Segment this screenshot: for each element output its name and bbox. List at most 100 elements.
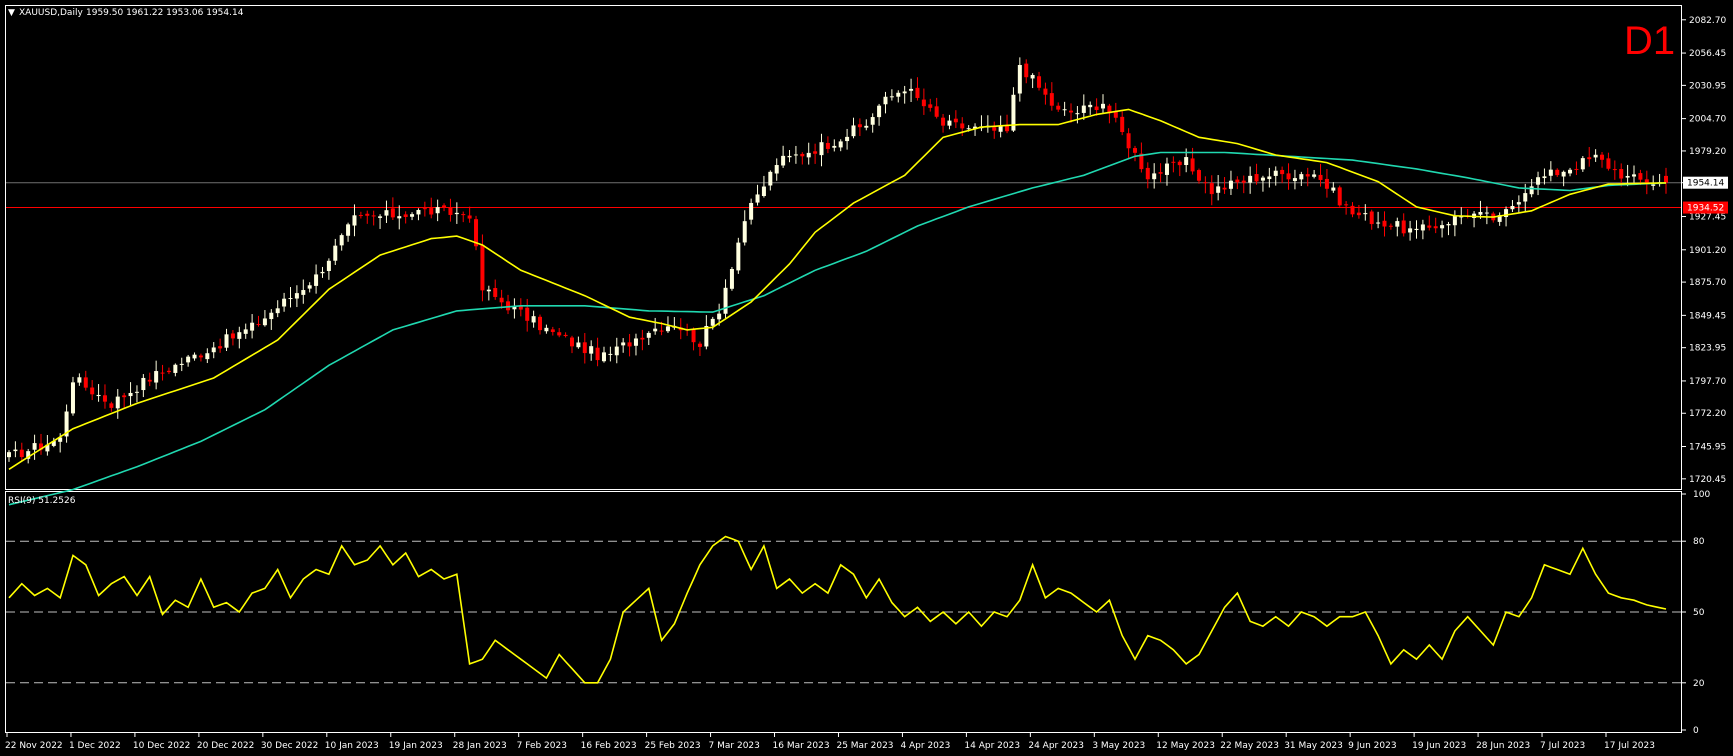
- bull-candle: [1580, 158, 1585, 170]
- bear-candle: [506, 301, 511, 311]
- price-axis: 2082.70 2056.45 2030.95 2004.70 1979.20 1927.…: [1682, 16, 1728, 485]
- bull-candle: [173, 364, 178, 373]
- bear-candle: [1190, 158, 1195, 172]
- bear-candle: [627, 342, 632, 347]
- bull-candle: [665, 326, 670, 332]
- bear-candle: [915, 87, 920, 98]
- bull-candle: [115, 396, 120, 409]
- bull-candle: [704, 325, 709, 347]
- ma-slow-line: [8, 151, 1667, 506]
- ohlc-label: 1959.50 1961.22 1953.06 1954.14: [86, 8, 244, 18]
- bull-candle: [1062, 109, 1067, 111]
- bull-candle: [410, 214, 415, 217]
- time-tick-label: 17 Jul 2023: [1604, 741, 1655, 751]
- bear-candle: [1132, 148, 1137, 153]
- bear-candle: [550, 329, 555, 332]
- bull-candle: [1516, 202, 1521, 205]
- symbol-dropdown-icon[interactable]: ▼: [8, 8, 15, 18]
- price-tick-label: 1849.45: [1689, 311, 1726, 321]
- bear-candle: [358, 215, 363, 217]
- time-tick-label: 22 Nov 2022: [5, 741, 63, 751]
- bull-candle: [1651, 184, 1656, 186]
- price-tick-label: 1772.20: [1689, 409, 1726, 419]
- trading-chart[interactable]: ▼ XAUUSD,Daily 1959.50 1961.22 1953.06 1…: [0, 0, 1733, 756]
- bull-candle: [134, 391, 139, 393]
- bull-candle: [1184, 157, 1189, 166]
- bear-candle: [467, 215, 472, 219]
- bull-candle: [896, 92, 901, 97]
- bear-candle: [992, 127, 997, 131]
- bear-candle: [640, 337, 645, 340]
- bull-candle: [531, 316, 536, 323]
- rsi-tick-label: 100: [1693, 490, 1710, 500]
- bull-candle: [608, 353, 613, 355]
- bear-candle: [147, 379, 152, 382]
- price-tick-label: 1797.70: [1689, 377, 1726, 387]
- bull-candle: [224, 334, 229, 348]
- bear-candle: [429, 208, 434, 215]
- bear-candle: [557, 332, 562, 336]
- bear-candle: [19, 449, 24, 458]
- bull-candle: [179, 363, 184, 365]
- bull-candle: [1593, 154, 1598, 158]
- bull-candle: [717, 313, 722, 320]
- bear-candle: [1203, 182, 1208, 184]
- bull-candle: [13, 449, 18, 452]
- time-tick-label: 10 Dec 2022: [133, 741, 191, 751]
- bull-candle: [1331, 187, 1336, 191]
- bull-candle: [723, 287, 728, 314]
- bear-candle: [90, 387, 95, 395]
- bull-candle: [307, 285, 312, 289]
- bear-candle: [1196, 170, 1201, 181]
- bear-candle: [934, 106, 939, 117]
- bear-candle: [1113, 111, 1118, 118]
- bear-candle: [1056, 105, 1061, 110]
- bull-candle: [1260, 177, 1265, 181]
- bull-candle: [282, 298, 287, 307]
- bull-candle: [1632, 174, 1637, 177]
- time-tick-label: 7 Feb 2023: [517, 741, 567, 751]
- bull-candle: [205, 353, 210, 360]
- time-tick-label: 28 Jun 2023: [1476, 741, 1530, 751]
- bear-candle: [83, 377, 88, 388]
- time-tick-label: 16 Feb 2023: [581, 741, 637, 751]
- bull-candle: [96, 394, 101, 397]
- bear-candle: [1235, 179, 1240, 183]
- bear-candle: [371, 215, 376, 217]
- bull-candle: [250, 322, 255, 331]
- bear-candle: [403, 214, 408, 217]
- bull-candle: [774, 165, 779, 174]
- bull-candle: [128, 392, 133, 397]
- bear-candle: [569, 337, 574, 347]
- bull-candle: [1568, 169, 1573, 174]
- bull-candle: [141, 377, 146, 391]
- rsi-pane-frame: [5, 491, 1682, 733]
- bull-candle: [1523, 193, 1528, 202]
- bear-candle: [595, 347, 600, 361]
- bear-candle: [1388, 225, 1393, 227]
- bull-candle: [819, 142, 824, 156]
- bear-candle: [1600, 154, 1605, 160]
- bear-candle: [1094, 106, 1099, 110]
- bull-candle: [1548, 169, 1553, 176]
- bull-candle: [838, 141, 843, 148]
- bear-candle: [1382, 220, 1387, 227]
- bull-candle: [1248, 175, 1253, 183]
- bull-candle: [1152, 173, 1157, 180]
- price-tick-label: 2030.95: [1689, 81, 1726, 91]
- bull-candle: [339, 235, 344, 246]
- bull-candle: [333, 245, 338, 261]
- bull-candle: [966, 128, 971, 130]
- bull-candle: [346, 224, 351, 236]
- bear-candle: [921, 99, 926, 107]
- bear-candle: [1606, 158, 1611, 169]
- bull-candle: [243, 329, 248, 334]
- bear-candle: [813, 151, 818, 154]
- time-tick-label: 22 May 2023: [1220, 741, 1279, 751]
- time-tick-label: 19 Jan 2023: [389, 741, 443, 751]
- bull-candle: [749, 202, 754, 220]
- rsi-layer: [6, 535, 1681, 684]
- time-tick-label: 7 Mar 2023: [709, 741, 760, 751]
- bull-candle: [1478, 211, 1483, 215]
- bull-candle: [314, 274, 319, 286]
